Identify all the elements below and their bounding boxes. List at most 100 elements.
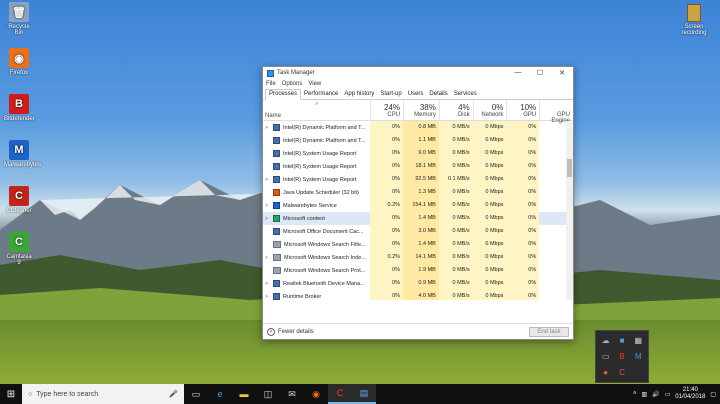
tab-app-history[interactable]: App history [341,90,377,99]
camtasia-taskbar-icon[interactable]: C [328,384,352,404]
table-row[interactable]: Java Update Scheduler (32 bit) 0% 1.3 MB 0 … [263,186,573,199]
maximize-button[interactable]: ☐ [529,69,551,77]
tab-processes[interactable]: Processes [265,89,302,100]
chevron-up-icon[interactable]: ˄ [633,391,637,397]
table-row[interactable]: Intel(R) System Usage Report 0% 9.0 MB 0 MB… [263,147,573,160]
taskbar-search-box[interactable]: ○ Type here to search 🎤 [22,384,184,404]
fewer-details-link[interactable]: Fewer details [278,329,314,335]
cell-gpu: 0% [506,199,540,212]
process-name-cell: Intel(R) Dynamic Platform and T... [263,137,370,144]
expand-chevron-icon[interactable]: > [265,177,273,183]
cell-net: 0 Mbps [472,264,507,277]
table-row[interactable]: Microsoft Windows Search Filte... 0% 1.4 M… [263,238,573,251]
cell-net: 0 Mbps [472,251,507,264]
search-icon: ○ [28,390,33,398]
process-name: Microsoft Windows Search Inde... [284,254,366,261]
volume-icon[interactable]: 🔊 [652,391,659,398]
minimize-button[interactable]: — [507,69,529,77]
end-task-button[interactable]: End task [529,326,569,337]
desktop-icon-firefox[interactable]: ◉ Firefox [4,48,34,76]
process-icon [273,293,280,300]
table-row[interactable]: > Intel(R) System Usage Report 0% 92.5 MB 0.… [263,173,573,186]
screen-recording-file[interactable]: Screen recording [676,4,712,36]
scrollbar-thumb[interactable] [567,159,572,177]
menu-options[interactable]: Options [282,81,303,87]
expand-chevron-icon[interactable]: > [265,281,273,287]
windows-defender-icon[interactable]: ■ [615,334,628,347]
table-row[interactable]: > Runtime Broker 0% 4.0 MB 0 MB/s 0 Mbps 0% [263,290,573,300]
process-name-cell: Microsoft Windows Search Prot... [263,267,370,274]
store-icon[interactable]: ◫ [256,384,280,404]
table-row[interactable]: Microsoft Office Document Cac... 0% 3.0 MB… [263,225,573,238]
desktop-icon-malwarebytes[interactable]: M Malwarebytes [4,140,41,168]
process-icon [273,202,280,209]
column-gpu-engine[interactable]: GPU Engine [539,100,573,124]
table-row[interactable]: > Microsoft Windows Search Inde... 0.2% 14.… [263,251,573,264]
language-icon[interactable]: ▭ [665,391,671,398]
tab-performance[interactable]: Performance [301,90,341,99]
clock[interactable]: 21:40 01/04/2018 [675,387,705,401]
table-row[interactable]: Microsoft Windows Search Prot... 0% 1.9 MB… [263,264,573,277]
tab-start-up[interactable]: Start-up [377,90,404,99]
camtasia-tray-icon[interactable]: ● [599,366,612,379]
expand-chevron-icon[interactable]: > [265,294,273,300]
process-name: Microsoft content [283,215,325,222]
tab-details[interactable]: Details [426,90,450,99]
process-list: > Intel(R) Dynamic Platform and T... 0% 0.8… [263,121,573,300]
malwarebytes-tray-icon[interactable]: M [632,350,645,363]
desktop-icon-camtasia-9[interactable]: C Camtasia 9 [4,232,34,266]
network-icon[interactable]: ▥ [641,391,647,398]
column-disk[interactable]: 4% Disk [438,100,473,120]
table-row[interactable]: Intel(R) Dynamic Platform and T... 0% 1.1 … [263,134,573,147]
table-row[interactable]: > Microsoft content 0% 1.4 MB 0 MB/s 0 Mbps 0% [263,212,573,225]
task-view-button[interactable]: ▭ [184,384,208,404]
menu-file[interactable]: File [266,81,276,87]
table-row[interactable]: > Malwarebytes Service 0.2% 154.1 MB 0 MB/s 0… [263,199,573,212]
file-explorer-icon[interactable]: ▬ [232,384,256,404]
close-button[interactable]: ✕ [551,69,573,77]
notifications-icon[interactable]: ▢ [710,391,716,398]
expand-chevron-icon[interactable]: > [265,125,273,131]
start-button[interactable]: ⊞ [0,384,22,404]
device-icon[interactable]: ▭ [599,350,612,363]
menu-bar: File Options View [263,79,573,89]
task-manager-taskbar-icon[interactable]: ▤ [352,384,376,404]
firefox-taskbar-icon[interactable]: ◉ [304,384,328,404]
cell-net: 0 Mbps [472,147,507,160]
table-row[interactable]: > Realtek Bluetooth Device Mana... 0% 0.9 M… [263,277,573,290]
cell-mem: 1.3 MB [403,186,439,199]
display-icon[interactable]: ▦ [632,334,645,347]
expand-chevron-icon[interactable]: > [265,216,273,222]
tab-users[interactable]: Users [405,90,427,99]
desktop-icon-bitdefender[interactable]: B Bitdefender [4,94,35,122]
process-icon [273,215,280,222]
desktop-icon-ccleaner[interactable]: C CCleaner [4,186,34,214]
bitdefender-tray-icon[interactable]: B [615,350,628,363]
tab-bar: Processes Performance App history Start-up U… [263,89,573,100]
column-network[interactable]: 0% Network [472,100,507,120]
desktop-icon-recycle-bin[interactable]: 🗑 Recycle Bin [4,2,34,36]
process-name-cell: > Intel(R) System Usage Report [263,176,370,183]
column-memory[interactable]: 38% Memory [403,100,439,120]
edge-icon[interactable]: e [208,384,232,404]
mail-icon[interactable]: ✉ [280,384,304,404]
microphone-icon[interactable]: 🎤 [169,390,178,398]
expand-chevron-icon[interactable]: > [265,203,273,209]
column-cpu[interactable]: 24% CPU [370,100,403,120]
expand-chevron-icon[interactable]: > [265,255,273,261]
cell-gpu: 0% [506,160,540,173]
tray-overflow-popup: ☁ ■ ▦ ▭ B M ● C [595,330,649,383]
table-row[interactable]: Intel(R) System Usage Report 0% 18.1 MB 0 M… [263,160,573,173]
chevron-up-icon[interactable]: ˄ [267,327,275,336]
tab-services[interactable]: Services [451,90,480,99]
table-row[interactable]: > Intel(R) Dynamic Platform and T... 0% 0.8… [263,121,573,134]
vertical-scrollbar[interactable] [566,121,573,300]
process-name: Intel(R) Dynamic Platform and T... [283,124,366,131]
column-gpu[interactable]: 10% GPU [506,100,539,120]
cell-gpu: 0% [506,251,540,264]
column-name[interactable]: ˄ Name [263,100,370,120]
onedrive-icon[interactable]: ☁ [599,334,612,347]
task-manager-icon [267,69,274,77]
menu-view[interactable]: View [308,81,321,87]
ccleaner-tray-icon[interactable]: C [615,366,628,379]
